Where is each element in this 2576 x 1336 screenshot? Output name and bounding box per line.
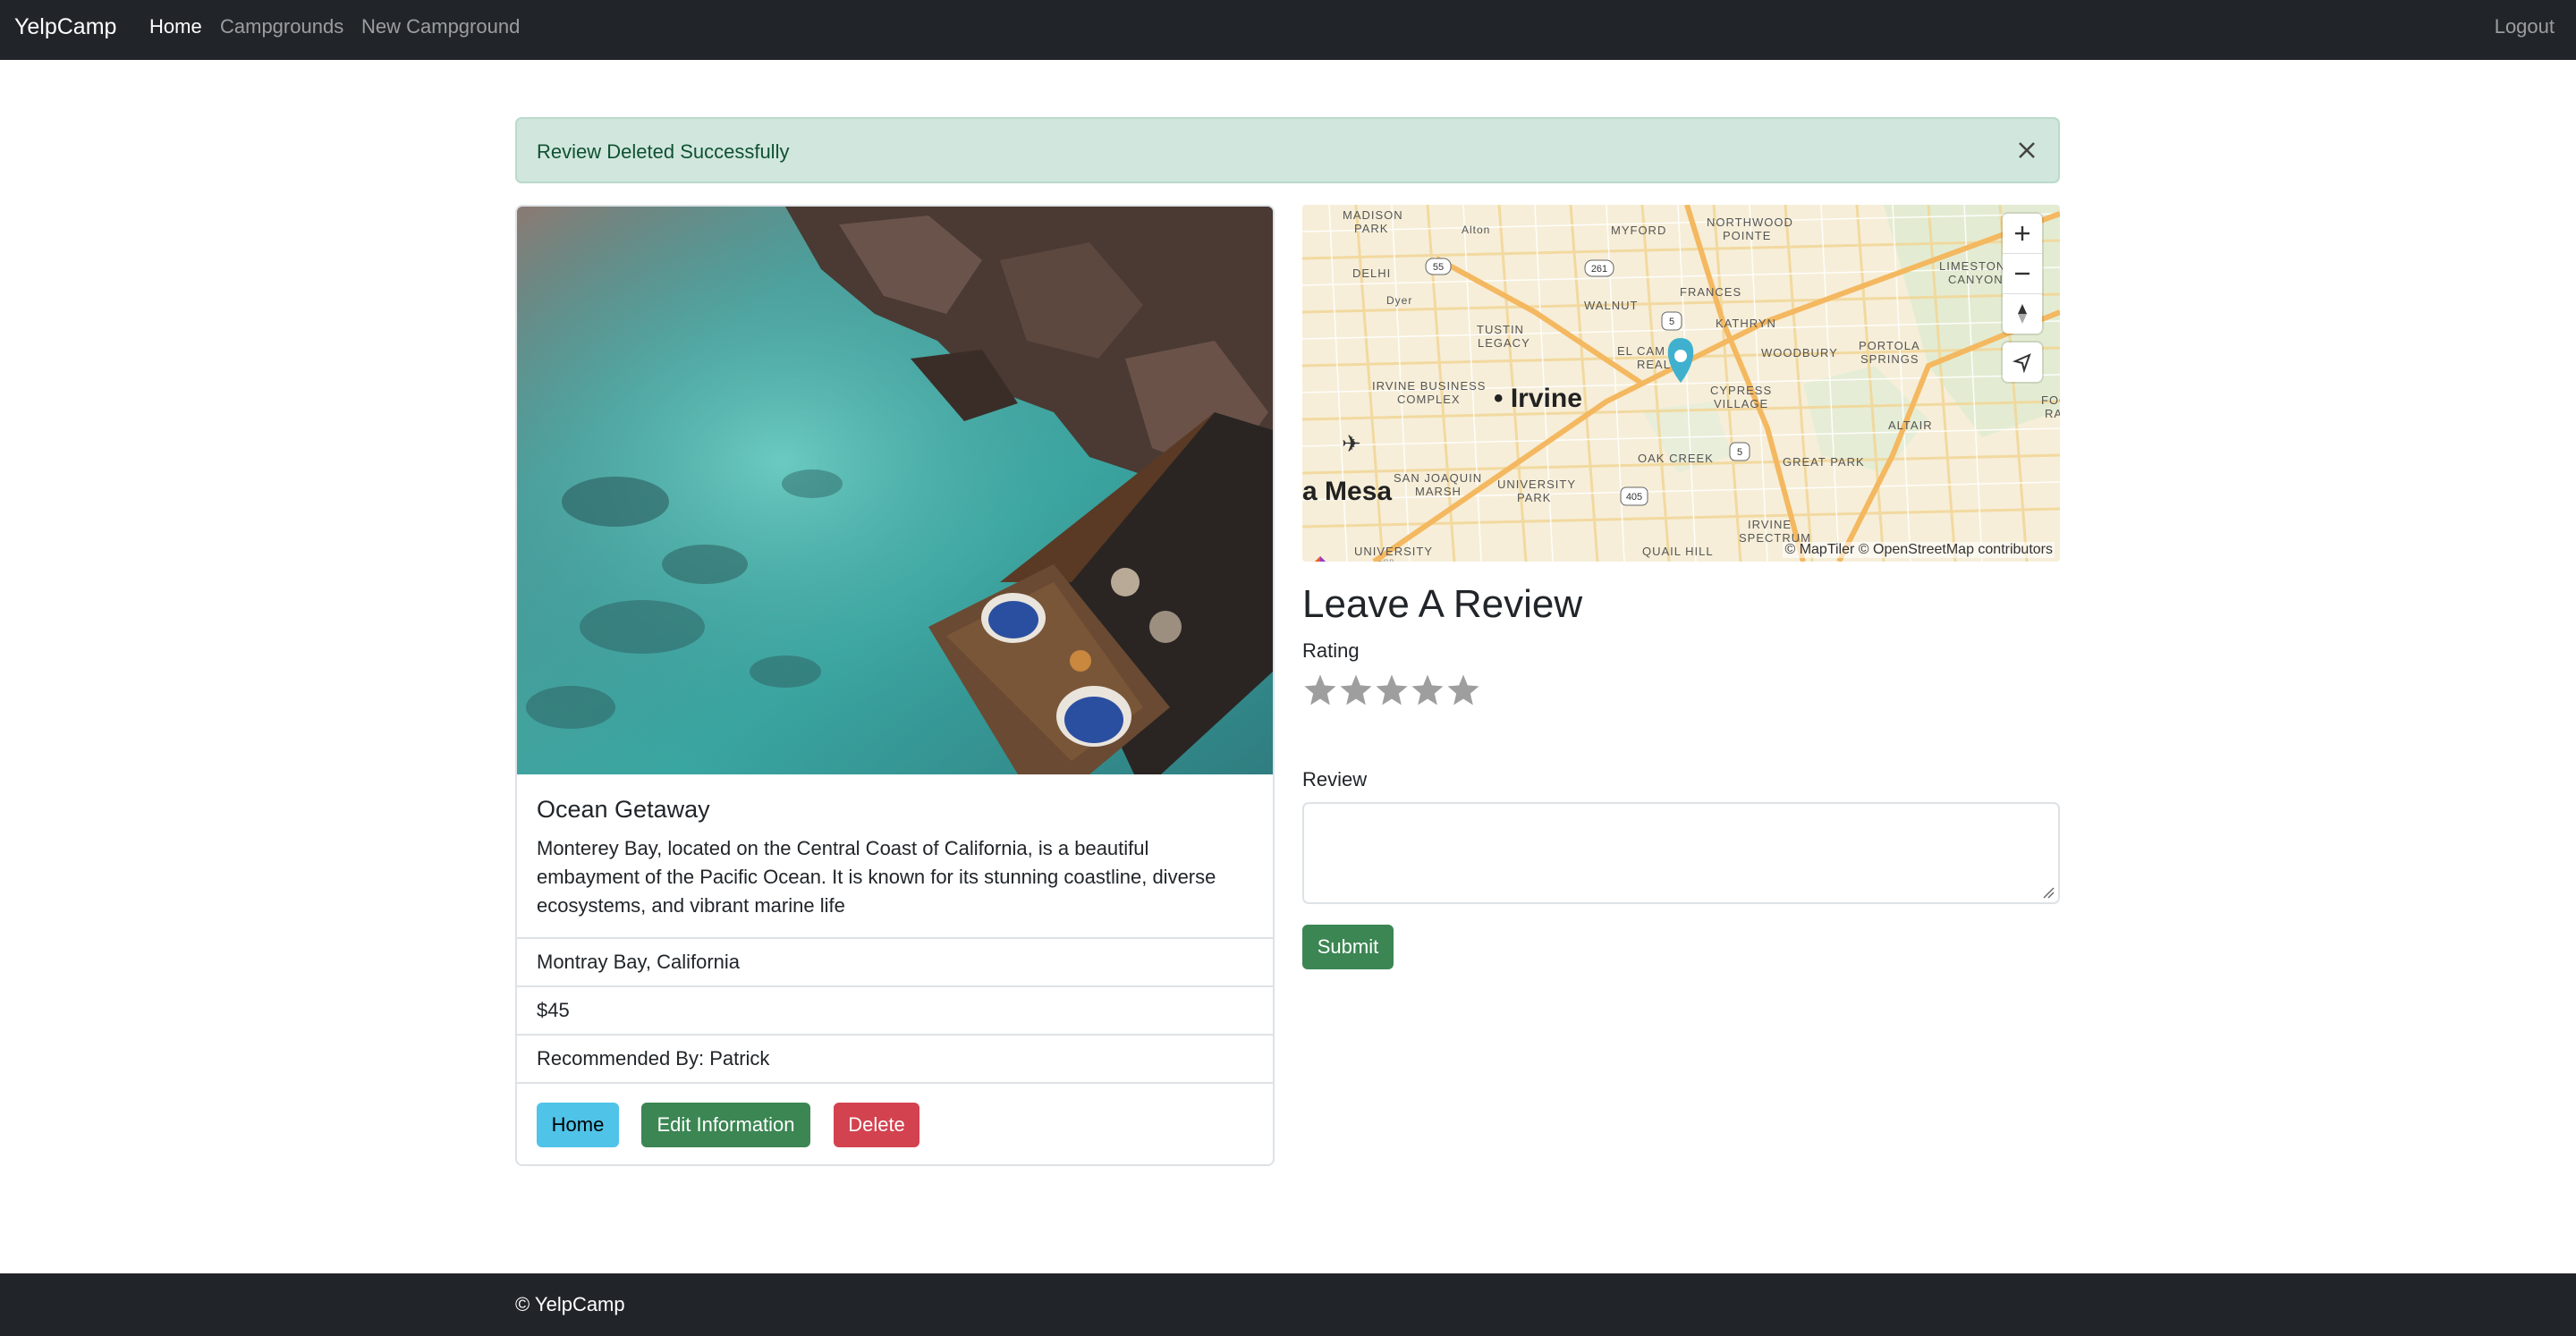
map-attribution[interactable]: © MapTiler © OpenStreetMap contributors (1783, 542, 2055, 558)
svg-text:CANYON: CANYON (1948, 273, 2004, 286)
review-label: Review (1302, 768, 1368, 791)
price-text: $45 (537, 999, 570, 1021)
success-alert: Review Deleted Successfully (515, 117, 2060, 183)
edit-button[interactable]: Edit Information (641, 1103, 810, 1147)
author-text: Recommended By: Patrick (537, 1047, 770, 1070)
svg-text:Dyer: Dyer (1386, 294, 1412, 307)
svg-text:MADISON: MADISON (1343, 208, 1403, 222)
campground-title: Ocean Getaway (537, 796, 710, 823)
star-icon[interactable] (1302, 672, 1338, 708)
submit-review-button[interactable]: Submit (1302, 925, 1394, 969)
svg-text:UNIVERSITY: UNIVERSITY (1497, 478, 1576, 491)
svg-text:REAL: REAL (1637, 358, 1671, 371)
svg-text:RA: RA (2045, 407, 2060, 420)
nav-link-campgrounds[interactable]: Campgrounds (220, 15, 343, 38)
svg-text:FOO: FOO (2041, 393, 2060, 407)
svg-text:✈: ✈ (1342, 430, 1361, 457)
navbar: YelpCamp Home Campgrounds New Campground… (0, 0, 2576, 60)
svg-text:CYPRESS: CYPRESS (1710, 384, 1772, 397)
nav-link-new-campground[interactable]: New Campground (361, 15, 520, 38)
svg-text:OAK CREEK: OAK CREEK (1638, 452, 1714, 465)
svg-text:MARSH: MARSH (1415, 485, 1462, 498)
home-button[interactable]: Home (537, 1103, 619, 1147)
alert-message: Review Deleted Successfully (537, 140, 790, 163)
svg-text:TUSTIN: TUSTIN (1477, 323, 1524, 336)
svg-text:Alton: Alton (1462, 224, 1490, 236)
svg-text:5: 5 (1669, 317, 1674, 327)
review-heading: Leave A Review (1302, 582, 1583, 626)
map-geolocate-control (2003, 342, 2042, 382)
svg-text:405: 405 (1626, 492, 1642, 503)
svg-text:WOODBURY: WOODBURY (1761, 346, 1838, 359)
compass-icon[interactable] (2003, 293, 2042, 334)
brand-logo[interactable]: YelpCamp (14, 13, 116, 41)
campground-map[interactable]: MADISON PARK Alton MYFORD NORTHWOOD POINTE… (1302, 205, 2060, 562)
svg-text:DELHI: DELHI (1352, 266, 1391, 280)
svg-text:LEGACY: LEGACY (1478, 336, 1530, 350)
svg-text:FRANCES: FRANCES (1680, 285, 1741, 299)
map-nav-controls (2003, 214, 2042, 334)
svg-text:261: 261 (1591, 264, 1607, 275)
svg-text:SPRINGS: SPRINGS (1860, 352, 1919, 366)
zoom-in-icon[interactable] (2003, 214, 2042, 253)
campground-description: Monterey Bay, located on the Central Coa… (537, 837, 1216, 917)
resize-handle-icon[interactable] (2042, 886, 2055, 899)
star-icon[interactable] (1374, 672, 1410, 708)
nav-link-home[interactable]: Home (149, 15, 202, 38)
svg-text:PARK: PARK (1354, 222, 1388, 235)
review-textarea[interactable] (1302, 802, 2060, 904)
svg-text:VILLAGE: VILLAGE (1714, 397, 1768, 410)
svg-text:5: 5 (1737, 447, 1742, 458)
svg-text:EL CAM: EL CAM (1617, 344, 1665, 358)
star-icon[interactable] (1410, 672, 1445, 708)
svg-text:IRVINE: IRVINE (1748, 518, 1792, 531)
svg-text:KATHRYN: KATHRYN (1716, 317, 1776, 330)
svg-text:ALTAIR: ALTAIR (1888, 419, 1933, 432)
star-icon[interactable] (1445, 672, 1481, 708)
svg-text:PARK: PARK (1517, 491, 1551, 504)
star-icon[interactable] (1338, 672, 1374, 708)
location-text: Montray Bay, California (537, 951, 741, 973)
campground-card: Ocean Getaway Monterey Bay, located on t… (515, 205, 1275, 1166)
campground-image (517, 207, 1273, 774)
geolocate-icon[interactable] (2003, 342, 2042, 382)
svg-text:55: 55 (1433, 262, 1444, 273)
svg-text:IRVINE BUSINESS: IRVINE BUSINESS (1372, 379, 1486, 393)
footer: © YelpCamp (0, 1273, 2576, 1336)
rating-label: Rating (1302, 639, 1360, 662)
svg-text:• Irvine: • Irvine (1494, 384, 1582, 413)
logout-link[interactable]: Logout (2495, 15, 2555, 38)
close-icon[interactable] (2012, 135, 2042, 165)
delete-button[interactable]: Delete (834, 1103, 919, 1147)
svg-text:maptiler: maptiler (1336, 556, 1413, 562)
svg-text:SAN JOAQUIN: SAN JOAQUIN (1394, 471, 1482, 485)
footer-copyright: © YelpCamp (515, 1293, 625, 1315)
svg-text:QUAIL HILL: QUAIL HILL (1642, 545, 1714, 558)
card-actions: Home Edit Information Delete (517, 1082, 1273, 1164)
svg-text:PORTOLA: PORTOLA (1859, 339, 1920, 352)
svg-text:GREAT PARK: GREAT PARK (1783, 455, 1865, 469)
svg-text:POINTE: POINTE (1723, 229, 1771, 242)
campground-price: $45 (517, 985, 1273, 1034)
campground-location: Montray Bay, California (517, 937, 1273, 985)
svg-text:NORTHWOOD: NORTHWOOD (1707, 216, 1793, 229)
campground-author: Recommended By: Patrick (517, 1034, 1273, 1082)
svg-text:COMPLEX: COMPLEX (1397, 393, 1461, 406)
zoom-out-icon[interactable] (2003, 253, 2042, 293)
svg-text:MYFORD: MYFORD (1611, 224, 1666, 237)
svg-text:WALNUT: WALNUT (1584, 299, 1638, 312)
svg-text:a Mesa: a Mesa (1302, 477, 1392, 506)
